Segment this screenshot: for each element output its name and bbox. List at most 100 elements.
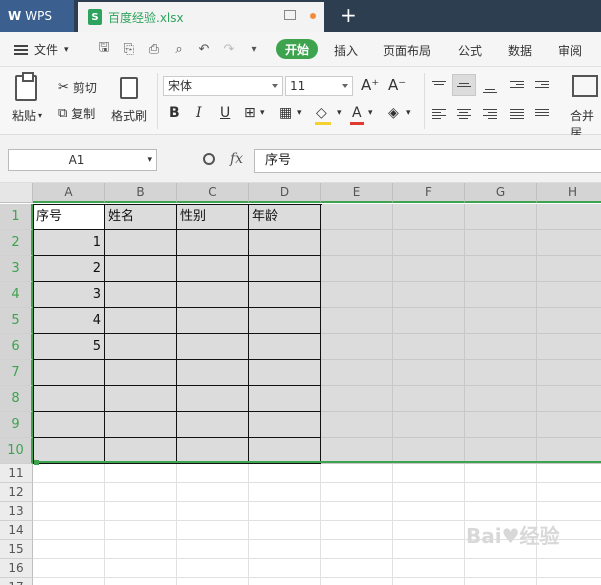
justify-icon[interactable] (510, 107, 524, 121)
cell-B9[interactable] (105, 412, 177, 438)
monitor-icon[interactable] (284, 10, 296, 20)
cell-C15[interactable] (177, 540, 249, 559)
row-header[interactable]: 4 (0, 282, 33, 308)
column-header[interactable]: F (393, 183, 465, 203)
align-center-icon[interactable] (457, 107, 471, 121)
print-preview-icon[interactable]: ⌕ (170, 40, 188, 58)
cell-H8[interactable] (537, 386, 601, 412)
paste-button[interactable]: 粘贴 ▾ (12, 107, 42, 124)
cell-A1[interactable]: 序号 (33, 204, 105, 230)
row-header[interactable]: 2 (0, 230, 33, 256)
cell-E6[interactable] (321, 334, 393, 360)
cell-H13[interactable] (537, 502, 601, 521)
cell-E15[interactable] (321, 540, 393, 559)
cell-G3[interactable] (465, 256, 537, 282)
cell-E5[interactable] (321, 308, 393, 334)
merge-center-icon[interactable] (572, 75, 598, 97)
tab-insert[interactable]: 插入 (334, 42, 358, 59)
cell-A2[interactable]: 1 (33, 230, 105, 256)
insert-function-button[interactable]: fx (230, 151, 243, 167)
save-icon[interactable]: 🖫 (95, 40, 113, 58)
row-header[interactable]: 7 (0, 360, 33, 386)
cell-F13[interactable] (393, 502, 465, 521)
cell-B8[interactable] (105, 386, 177, 412)
cell-A10[interactable] (33, 438, 105, 464)
cell-A5[interactable]: 4 (33, 308, 105, 334)
row-header[interactable]: 16 (0, 559, 33, 578)
align-top-icon[interactable] (432, 79, 446, 87)
cell-H12[interactable] (537, 483, 601, 502)
cell-G17[interactable] (465, 578, 537, 585)
cell-D16[interactable] (249, 559, 321, 578)
cell-E13[interactable] (321, 502, 393, 521)
row-header[interactable]: 15 (0, 540, 33, 559)
select-all-corner[interactable] (0, 183, 33, 203)
cell-F7[interactable] (393, 360, 465, 386)
column-header[interactable]: B (105, 183, 177, 203)
cell-G8[interactable] (465, 386, 537, 412)
redo-icon[interactable]: ↷ (220, 40, 238, 58)
cell-F9[interactable] (393, 412, 465, 438)
cell-A9[interactable] (33, 412, 105, 438)
cell-A17[interactable] (33, 578, 105, 585)
cell-F5[interactable] (393, 308, 465, 334)
cell-H7[interactable] (537, 360, 601, 386)
cell-B11[interactable] (105, 464, 177, 483)
row-header[interactable]: 12 (0, 483, 33, 502)
cell-C5[interactable] (177, 308, 249, 334)
shrink-font-button[interactable]: A⁻ (388, 76, 406, 94)
grow-font-button[interactable]: A⁺ (361, 76, 379, 94)
cell-D11[interactable] (249, 464, 321, 483)
cell-C9[interactable] (177, 412, 249, 438)
export-icon[interactable]: ⎘ (120, 40, 138, 58)
cell-E3[interactable] (321, 256, 393, 282)
cell-D6[interactable] (249, 334, 321, 360)
cell-B1[interactable]: 姓名 (105, 204, 177, 230)
bold-button[interactable]: B (169, 105, 180, 121)
column-header[interactable]: G (465, 183, 537, 203)
cell-C7[interactable] (177, 360, 249, 386)
cell-F6[interactable] (393, 334, 465, 360)
chevron-down-icon[interactable]: ▾ (368, 108, 373, 118)
cell-G16[interactable] (465, 559, 537, 578)
distributed-align-icon[interactable] (535, 107, 549, 118)
cell-H6[interactable] (537, 334, 601, 360)
cell-E17[interactable] (321, 578, 393, 585)
format-painter-icon[interactable] (120, 77, 138, 99)
font-name-select[interactable]: 宋体 (163, 76, 283, 96)
chevron-down-icon[interactable]: ▾ (406, 108, 411, 118)
cell-A7[interactable] (33, 360, 105, 386)
cell-B13[interactable] (105, 502, 177, 521)
print-icon[interactable]: ⎙ (145, 40, 163, 58)
cell-C16[interactable] (177, 559, 249, 578)
cell-G13[interactable] (465, 502, 537, 521)
cell-B10[interactable] (105, 438, 177, 464)
file-menu[interactable]: 文件 ▾ (14, 41, 69, 58)
chevron-down-icon[interactable]: ▾ (337, 108, 342, 118)
cell-G7[interactable] (465, 360, 537, 386)
cell-C17[interactable] (177, 578, 249, 585)
cell-H11[interactable] (537, 464, 601, 483)
new-tab-button[interactable]: + (340, 4, 357, 26)
cell-B17[interactable] (105, 578, 177, 585)
cell-D10[interactable] (249, 438, 321, 464)
cell-G10[interactable] (465, 438, 537, 464)
underline-button[interactable]: U (220, 105, 230, 121)
cell-D1[interactable]: 年龄 (249, 204, 321, 230)
fill-pattern-icon[interactable]: ▦ (279, 105, 292, 121)
cell-D7[interactable] (249, 360, 321, 386)
tab-data[interactable]: 数据 (508, 42, 532, 59)
cell-E9[interactable] (321, 412, 393, 438)
cell-C2[interactable] (177, 230, 249, 256)
cell-E12[interactable] (321, 483, 393, 502)
cell-H16[interactable] (537, 559, 601, 578)
align-left-icon[interactable] (432, 107, 446, 121)
cell-A6[interactable]: 5 (33, 334, 105, 360)
cell-C14[interactable] (177, 521, 249, 540)
cell-F8[interactable] (393, 386, 465, 412)
cell-H9[interactable] (537, 412, 601, 438)
cell-F3[interactable] (393, 256, 465, 282)
cell-A13[interactable] (33, 502, 105, 521)
cell-E14[interactable] (321, 521, 393, 540)
decrease-indent-icon[interactable] (510, 79, 524, 90)
